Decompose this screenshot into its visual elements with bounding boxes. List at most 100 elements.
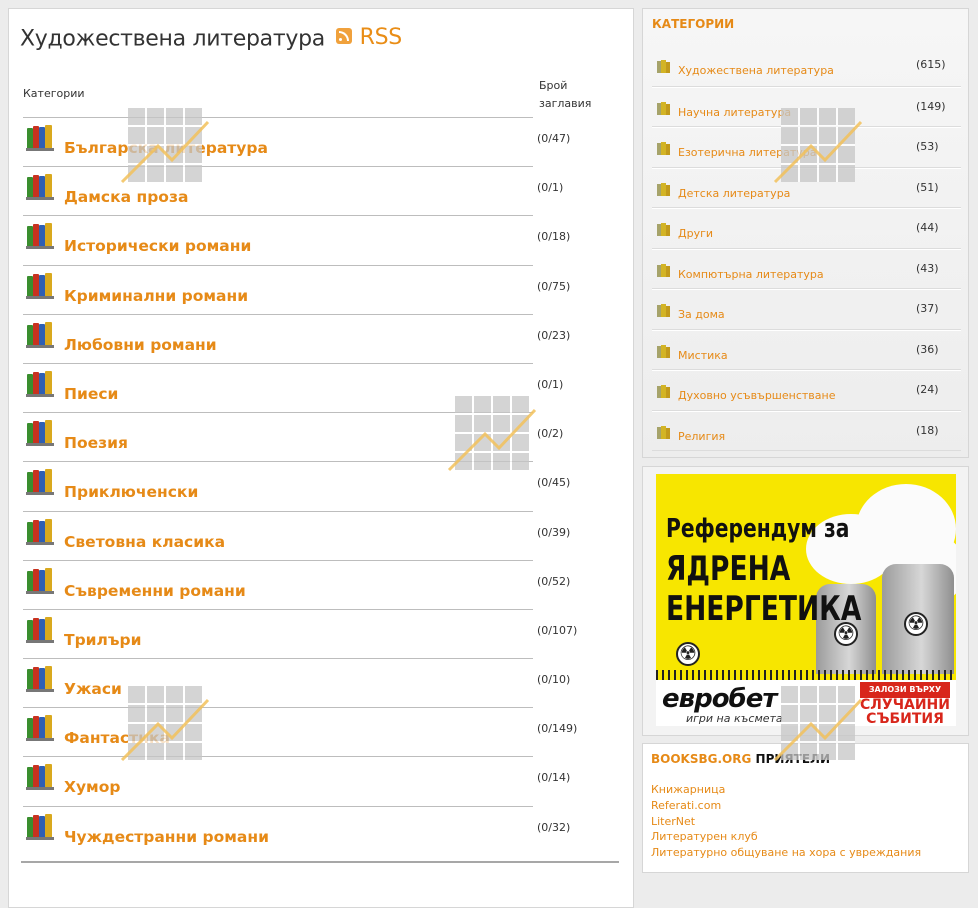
row-divider (23, 510, 533, 512)
book-icon (656, 263, 674, 277)
category-link[interactable]: Пиеси (64, 385, 118, 403)
category-count: (0/149) (537, 722, 578, 736)
category-count: (0/10) (537, 673, 571, 687)
sidebar-category-count: (37) (916, 302, 939, 315)
category-link[interactable]: Исторически романи (64, 237, 251, 255)
ad-secondary-small: ЗАЛОЗИ ВЪРХУ (860, 682, 950, 698)
category-row: Фантастика (0/149) (23, 707, 613, 756)
category-count: (0/18) (537, 230, 571, 244)
books-icon (26, 616, 54, 643)
category-row: Любовни романи (0/23) (23, 313, 613, 363)
sidebar-category-link[interactable]: Детска литература (678, 187, 790, 200)
book-icon (656, 384, 674, 398)
sidebar-category-link[interactable]: Други (678, 227, 713, 240)
category-link[interactable]: Чуждестранни романи (64, 828, 269, 846)
friend-link[interactable]: Referati.com (651, 798, 921, 814)
category-row: Криминални романи (0/75) (23, 264, 613, 314)
column-header-count-line2: заглавия (539, 97, 592, 110)
category-count: (0/14) (537, 771, 571, 785)
ad-headline: Референдум за ЯДРЕНА ЕНЕРГЕТИКА (666, 509, 861, 629)
category-link[interactable]: Криминални романи (64, 287, 248, 305)
sidebar-category-item: Духовно усъвършенстване (24) (652, 370, 961, 411)
friend-link[interactable]: Литературен клуб (651, 829, 921, 845)
sidebar-categories-box: КАТЕГОРИИ Художествена литература (615) На… (642, 8, 969, 458)
category-link[interactable]: Хумор (64, 778, 120, 796)
sidebar-category-count: (43) (916, 261, 939, 275)
ad-headline-line2: ЯДРЕНА (666, 549, 791, 589)
friend-link[interactable]: Литературно общуване на хора с увреждани… (651, 845, 921, 861)
sidebar-categories-title: КАТЕГОРИИ (652, 17, 735, 31)
category-row: Трилъри (0/107) (23, 608, 613, 658)
books-icon (26, 420, 54, 447)
row-divider (23, 215, 533, 217)
sidebar-category-count: (44) (916, 221, 939, 234)
books-icon (26, 370, 54, 397)
sidebar-category-item: Мистика (36) (652, 329, 961, 370)
row-divider (23, 608, 533, 610)
category-count: (0/52) (537, 574, 571, 588)
category-count: (0/75) (537, 279, 571, 293)
friends-title-site: BOOKSBG.ORG (651, 752, 752, 766)
row-divider (23, 362, 533, 364)
category-link[interactable]: Поезия (64, 434, 128, 452)
ad-headline-line3: ЕНЕРГЕТИКА (666, 589, 862, 629)
sidebar-category-count: (18) (916, 423, 939, 437)
row-divider (23, 658, 533, 660)
category-row: Чуждестранни романи (0/32) (23, 805, 613, 855)
page-title: Художествена литература RSS (20, 25, 402, 52)
category-link[interactable]: Приключенски (64, 483, 198, 501)
sidebar-category-link[interactable]: За дома (678, 308, 725, 321)
category-count: (0/32) (537, 820, 571, 834)
books-icon (26, 321, 54, 348)
page-title-text: Художествена литература (20, 26, 325, 52)
sidebar-category-link[interactable]: Духовно усъвършенстване (678, 389, 835, 402)
watermark-chart-icon (120, 108, 210, 184)
ad-secondary-logo: ЗАЛОЗИ ВЪРХУ СЛУЧАЙНИ СЪБИТИЯ (860, 682, 950, 726)
rss-icon (335, 27, 352, 44)
category-link[interactable]: Световна класика (64, 533, 225, 551)
books-icon (26, 764, 54, 791)
rss-link[interactable]: RSS (335, 25, 403, 50)
sidebar-category-item: За дома (37) (652, 289, 961, 330)
friend-link[interactable]: LiterNet (651, 814, 921, 830)
ad-brand-logo: евробет (662, 684, 777, 714)
category-count: (0/45) (537, 476, 571, 490)
row-divider (23, 756, 533, 758)
row-divider (23, 559, 533, 561)
book-icon (656, 344, 674, 358)
sidebar-category-link[interactable]: Мистика (678, 349, 728, 362)
watermark-chart-icon (447, 396, 537, 472)
sidebar-category-link[interactable]: Компютърна литература (678, 268, 824, 281)
ad-secondary-line2: СЪБИТИЯ (866, 711, 944, 726)
books-icon (26, 223, 54, 250)
category-link[interactable]: Любовни романи (64, 336, 217, 354)
category-link[interactable]: Дамска проза (64, 188, 188, 206)
sidebar-category-link[interactable]: Религия (678, 430, 725, 443)
category-list: Българска литература (0/47) Дамска проза (0… (23, 117, 613, 855)
book-icon (656, 59, 674, 73)
watermark-chart-icon (773, 108, 863, 184)
list-bottom-divider (21, 861, 619, 863)
books-icon (26, 567, 54, 594)
friend-link[interactable]: Книжарница (651, 782, 921, 798)
row-divider (23, 166, 533, 168)
category-count: (0/1) (537, 181, 564, 195)
book-icon (656, 425, 674, 439)
category-count: (0/47) (537, 132, 571, 145)
category-count: (0/23) (537, 328, 571, 342)
category-row: Съвременни романи (0/52) (23, 559, 613, 609)
sidebar-category-item: Художествена литература (615) (652, 46, 961, 87)
category-link[interactable]: Съвременни романи (64, 582, 246, 600)
sidebar-category-count: (24) (916, 383, 939, 396)
sidebar-category-count: (615) (916, 58, 946, 71)
watermark-chart-icon (773, 686, 863, 762)
books-icon (26, 666, 54, 693)
category-count: (0/39) (537, 525, 571, 539)
category-link[interactable]: Трилъри (64, 631, 142, 649)
books-icon (26, 518, 54, 545)
rss-label: RSS (359, 25, 403, 50)
category-link[interactable]: Ужаси (64, 680, 122, 698)
sidebar-category-link[interactable]: Художествена литература (678, 64, 834, 77)
book-icon (656, 222, 674, 236)
sidebar-category-count: (36) (916, 342, 939, 356)
